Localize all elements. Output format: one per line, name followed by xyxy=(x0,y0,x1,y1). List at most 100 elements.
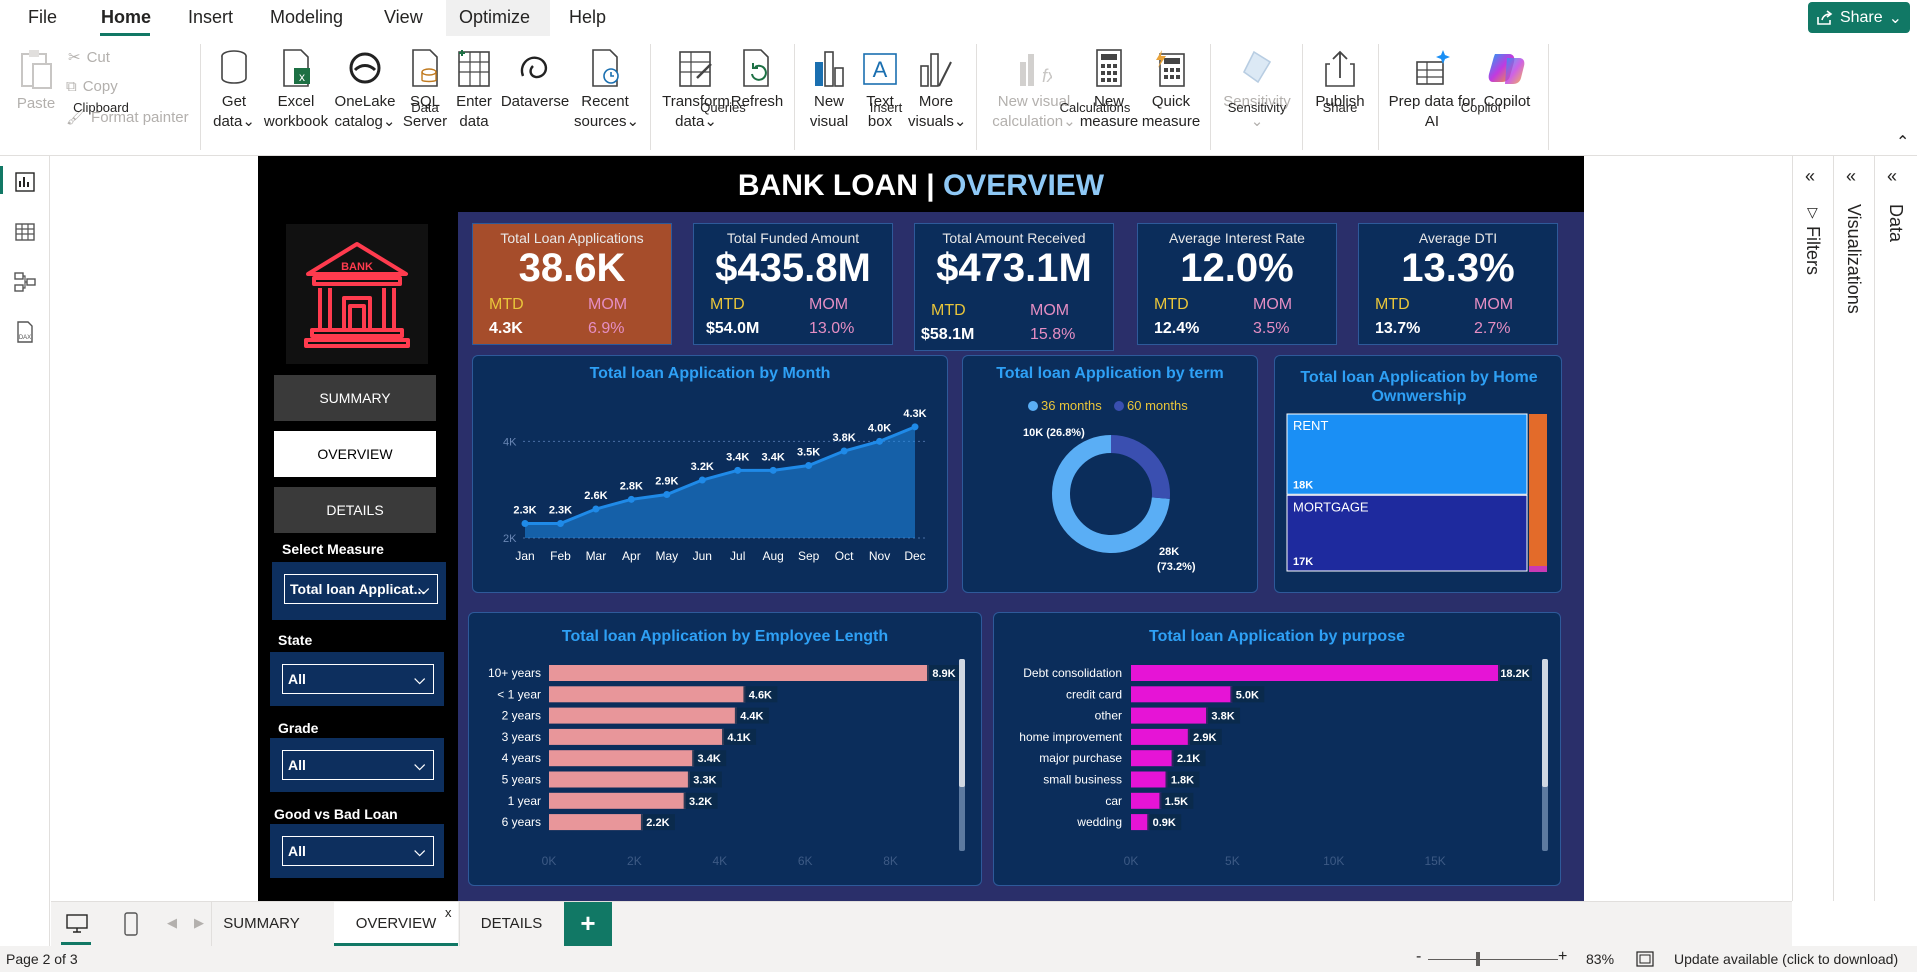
prev-page-icon[interactable]: ◀ xyxy=(167,915,177,931)
data-label: 3.8K xyxy=(832,432,855,444)
zoom-slider[interactable] xyxy=(1428,959,1558,960)
nav-details-button[interactable]: DETAILS xyxy=(274,487,436,533)
category-label: 2 years xyxy=(502,709,541,723)
desktop-view-icon[interactable] xyxy=(65,912,89,936)
report-view-icon[interactable] xyxy=(13,170,37,194)
chart-panel-purpose[interactable]: Total loan Application by purpose Debt c… xyxy=(993,612,1561,886)
dax-query-view-icon[interactable]: DAX xyxy=(13,320,37,344)
expand-visualizations-icon[interactable]: « xyxy=(1846,166,1856,187)
kpi-card-average-dti[interactable]: Average DTI 13.3% MTD MOM 13.7% 2.7% xyxy=(1358,223,1558,345)
tab-help[interactable]: Help xyxy=(569,7,606,28)
kpi-card-amount-received[interactable]: Total Amount Received $473.1M MTD MOM $5… xyxy=(914,223,1114,351)
text-box-button[interactable]: A Text box xyxy=(856,48,904,132)
dataverse-label: Dataverse xyxy=(500,93,570,110)
close-tab-icon[interactable]: x xyxy=(445,905,452,920)
share-button[interactable]: Share ⌄ xyxy=(1808,2,1910,33)
next-page-icon[interactable]: ▶ xyxy=(194,915,204,931)
zoom-in-button[interactable]: + xyxy=(1558,948,1567,966)
get-data-button[interactable]: Get data⌄ xyxy=(208,48,260,132)
dataverse-button[interactable]: Dataverse xyxy=(500,48,570,112)
page-tab-overview[interactable]: OVERVIEW xyxy=(334,902,458,946)
data-point xyxy=(556,520,564,527)
view-rail: DAX xyxy=(0,156,50,946)
loan-dropdown[interactable]: All ⌵ xyxy=(282,836,434,866)
loan-dropdown-value: All xyxy=(288,843,306,859)
measure-dropdown[interactable]: Total loan Applicat... ⌵ xyxy=(284,574,438,604)
collapse-ribbon-icon[interactable]: ⌃ xyxy=(1896,132,1909,152)
menu-file[interactable]: File xyxy=(28,7,57,28)
chevron-down-icon: ⌄ xyxy=(626,113,640,130)
tab-insert[interactable]: Insert xyxy=(188,7,233,28)
ribbon-separator xyxy=(1302,44,1303,150)
copy-button[interactable]: ⧉ Copy xyxy=(66,78,118,95)
cut-button[interactable]: ✂ Cut xyxy=(68,48,110,67)
onelake-label-2: catalog xyxy=(334,113,383,130)
tab-view[interactable]: View xyxy=(384,7,423,28)
bar xyxy=(1131,792,1162,809)
filters-pane[interactable]: « ▽ Filters xyxy=(1792,156,1833,901)
new-visual-calculation-button[interactable]: fx New visualcalculation⌄ xyxy=(992,48,1076,132)
transform-data-button[interactable]: Transform data⌄ xyxy=(658,48,734,132)
tab-modeling[interactable]: Modeling xyxy=(270,7,343,28)
text-box-label-2: box xyxy=(867,113,893,130)
visualizations-pane[interactable]: « Visualizations xyxy=(1833,156,1874,901)
recent-sources-button[interactable]: Recent sources⌄ xyxy=(574,48,639,132)
excel-workbook-button[interactable]: x Excel workbook xyxy=(262,48,330,132)
kpi-card-total-applications[interactable]: Total Loan Applications 38.6K MTD MOM 4.… xyxy=(472,223,672,345)
expand-filters-icon[interactable]: « xyxy=(1805,166,1815,187)
data-pane[interactable]: « Data xyxy=(1874,156,1917,901)
kpi-mtd-value: 4.3K xyxy=(489,320,523,337)
zoom-out-button[interactable]: - xyxy=(1416,948,1421,966)
kpi-card-interest-rate[interactable]: Average Interest Rate 12.0% MTD MOM 12.4… xyxy=(1137,223,1337,345)
sql-server-button[interactable]: SQL Server xyxy=(400,48,450,132)
data-label: 2.1K xyxy=(1177,753,1200,765)
bar xyxy=(549,771,690,788)
chart-panel-employee-length[interactable]: Total loan Application by Employee Lengt… xyxy=(468,612,982,886)
kpi-card-funded-amount[interactable]: Total Funded Amount $435.8M MTD MOM $54.… xyxy=(693,223,893,345)
more-visuals-button[interactable]: More visuals⌄ xyxy=(908,48,966,132)
kpi-mom-value: 13.0% xyxy=(809,320,855,337)
slicer-measure-label: Select Measure xyxy=(282,541,384,557)
tab-optimize[interactable]: Optimize xyxy=(459,7,530,28)
nav-overview-button[interactable]: OVERVIEW xyxy=(274,431,436,477)
chart-panel-home-ownership[interactable]: Total loan Application by Home Ownwershi… xyxy=(1274,355,1562,593)
chart-panel-month[interactable]: Total loan Application by Month 2K 4K 2.3K… xyxy=(472,355,948,593)
table-icon xyxy=(458,50,490,87)
onelake-catalog-button[interactable]: OneLake catalog⌄ xyxy=(332,48,398,132)
page-tab-summary[interactable]: SUMMARY xyxy=(211,902,311,946)
category-label: small business xyxy=(1043,773,1122,787)
prep-data-ai-button[interactable]: Prep data for AI xyxy=(1386,48,1478,132)
paste-button[interactable]: Paste xyxy=(14,48,58,114)
x-tick-label: Jul xyxy=(730,549,745,563)
update-notice[interactable]: Update available (click to download) xyxy=(1674,951,1898,967)
cut-label: Cut xyxy=(86,48,110,66)
enter-data-button[interactable]: Enter data xyxy=(450,48,498,132)
new-visual-label-2: visual xyxy=(809,113,849,130)
tab-home[interactable]: Home xyxy=(101,7,151,28)
add-page-button[interactable]: + xyxy=(564,902,612,946)
prep-data-label-2: AI xyxy=(1424,113,1440,130)
mobile-view-icon[interactable] xyxy=(121,912,141,936)
data-label: 4.4K xyxy=(740,711,763,723)
tile-name: RENT xyxy=(1293,418,1328,433)
new-visual-button[interactable]: New visual xyxy=(804,48,854,132)
share-icon xyxy=(1817,9,1833,25)
database-icon xyxy=(221,50,247,84)
grade-dropdown[interactable]: All ⌵ xyxy=(282,750,434,780)
sensitivity-button[interactable]: Sensitivity ⌄ xyxy=(1220,48,1294,132)
more-visuals-label-1: More xyxy=(918,93,954,110)
quick-measure-button[interactable]: Quick measure xyxy=(1140,48,1202,132)
new-measure-button[interactable]: New measure xyxy=(1078,48,1140,132)
nav-summary-button[interactable]: SUMMARY xyxy=(274,375,436,421)
data-point xyxy=(840,447,848,455)
model-view-icon[interactable] xyxy=(13,270,37,294)
page-tab-details[interactable]: DETAILS xyxy=(459,902,563,946)
fit-to-page-icon[interactable] xyxy=(1636,951,1654,967)
chevron-down-icon: ⌄ xyxy=(1250,113,1264,130)
state-dropdown[interactable]: All ⌵ xyxy=(282,664,434,694)
table-view-icon[interactable] xyxy=(13,220,37,244)
zoom-slider-thumb[interactable] xyxy=(1476,952,1480,966)
expand-data-icon[interactable]: « xyxy=(1887,166,1897,187)
chart-panel-term[interactable]: Total loan Application by term 36 months… xyxy=(962,355,1258,593)
data-label: 18.2K xyxy=(1500,668,1529,680)
